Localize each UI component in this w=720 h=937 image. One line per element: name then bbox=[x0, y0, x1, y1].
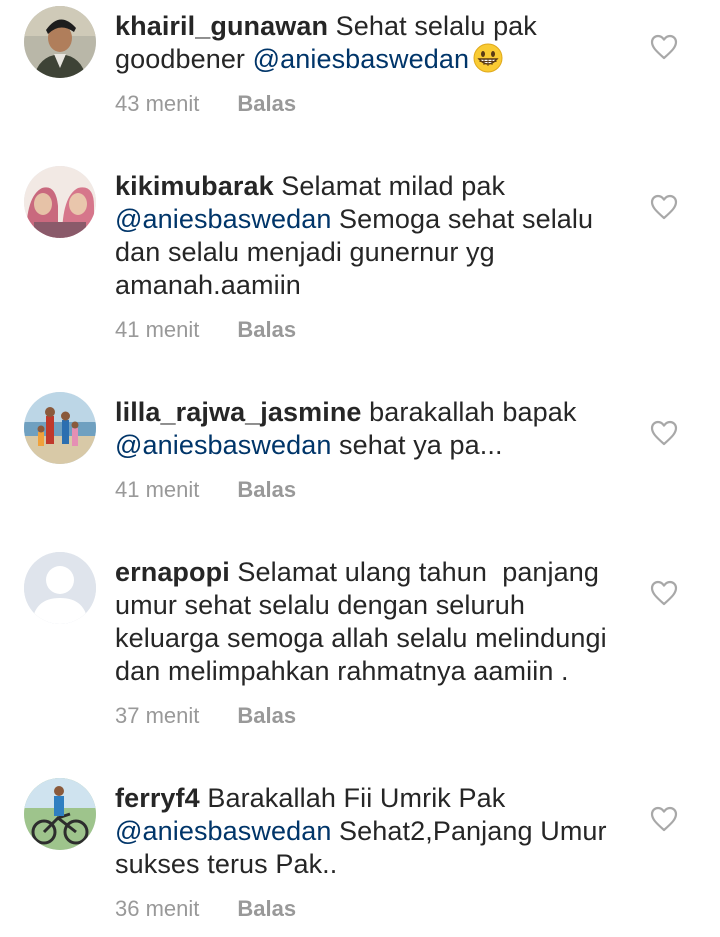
comment-username[interactable]: ernapopi bbox=[115, 557, 230, 587]
comment-username[interactable]: khairil_gunawan bbox=[115, 11, 328, 41]
comment-timestamp: 36 menit bbox=[115, 896, 200, 921]
comment-username[interactable]: lilla_rajwa_jasmine bbox=[115, 397, 362, 427]
reply-button[interactable]: Balas bbox=[237, 317, 296, 342]
comment-text-continued: sehat ya pa... bbox=[331, 430, 503, 460]
comment-body: lilla_rajwa_jasmine barakallah bapak @an… bbox=[115, 396, 635, 462]
default-user-avatar bbox=[24, 552, 96, 624]
comment-meta: 41 menit Balas bbox=[115, 317, 296, 343]
comment-timestamp: 41 menit bbox=[115, 477, 200, 502]
comment-meta: 37 menit Balas bbox=[115, 703, 296, 729]
avatar[interactable] bbox=[24, 166, 96, 238]
avatar[interactable] bbox=[24, 778, 96, 850]
like-heart-icon[interactable] bbox=[650, 194, 678, 220]
like-heart-icon[interactable] bbox=[650, 420, 678, 446]
comment-text: Barakallah Fii Umrik Pak bbox=[199, 783, 513, 813]
avatar-photo-cyclist bbox=[24, 778, 96, 850]
comment-body: kikimubarak Selamat milad pak @aniesbasw… bbox=[115, 170, 635, 302]
comment-body: khairil_gunawan Sehat selalu pak goodben… bbox=[115, 10, 635, 81]
avatar-photo-family-at-beach bbox=[24, 392, 96, 464]
avatar-photo-man-in-uniform bbox=[24, 6, 96, 78]
avatar[interactable] bbox=[24, 552, 96, 624]
comment-text: Selamat milad pak bbox=[273, 171, 513, 201]
avatar[interactable] bbox=[24, 6, 96, 78]
avatar[interactable] bbox=[24, 392, 96, 464]
comment-meta: 41 menit Balas bbox=[115, 477, 296, 503]
comment-username[interactable]: ferryf4 bbox=[115, 783, 200, 813]
reply-button[interactable]: Balas bbox=[237, 896, 296, 921]
like-heart-icon[interactable] bbox=[650, 34, 678, 60]
mention-link[interactable]: @aniesbaswedan bbox=[115, 816, 331, 846]
grinning-face-emoji bbox=[473, 43, 503, 81]
mention-link[interactable]: @aniesbaswedan bbox=[253, 44, 469, 74]
comment-body: ernapopi Selamat ulang tahun panjang umu… bbox=[115, 556, 635, 688]
comment-timestamp: 41 menit bbox=[115, 317, 200, 342]
comment-body: ferryf4 Barakallah Fii Umrik Pak @aniesb… bbox=[115, 782, 635, 881]
like-heart-icon[interactable] bbox=[650, 580, 678, 606]
reply-button[interactable]: Balas bbox=[237, 91, 296, 116]
reply-button[interactable]: Balas bbox=[237, 477, 296, 502]
comment-meta: 43 menit Balas bbox=[115, 91, 296, 117]
like-heart-icon[interactable] bbox=[650, 806, 678, 832]
comment-timestamp: 43 menit bbox=[115, 91, 200, 116]
comment-timestamp: 37 menit bbox=[115, 703, 200, 728]
comment-text: barakallah bapak bbox=[361, 397, 585, 427]
mention-link[interactable]: @aniesbaswedan bbox=[115, 204, 331, 234]
comment-username[interactable]: kikimubarak bbox=[115, 171, 274, 201]
mention-link[interactable]: @aniesbaswedan bbox=[115, 430, 331, 460]
avatar-photo-two-women-hijab bbox=[24, 166, 96, 238]
reply-button[interactable]: Balas bbox=[237, 703, 296, 728]
comment-meta: 36 menit Balas bbox=[115, 896, 296, 922]
